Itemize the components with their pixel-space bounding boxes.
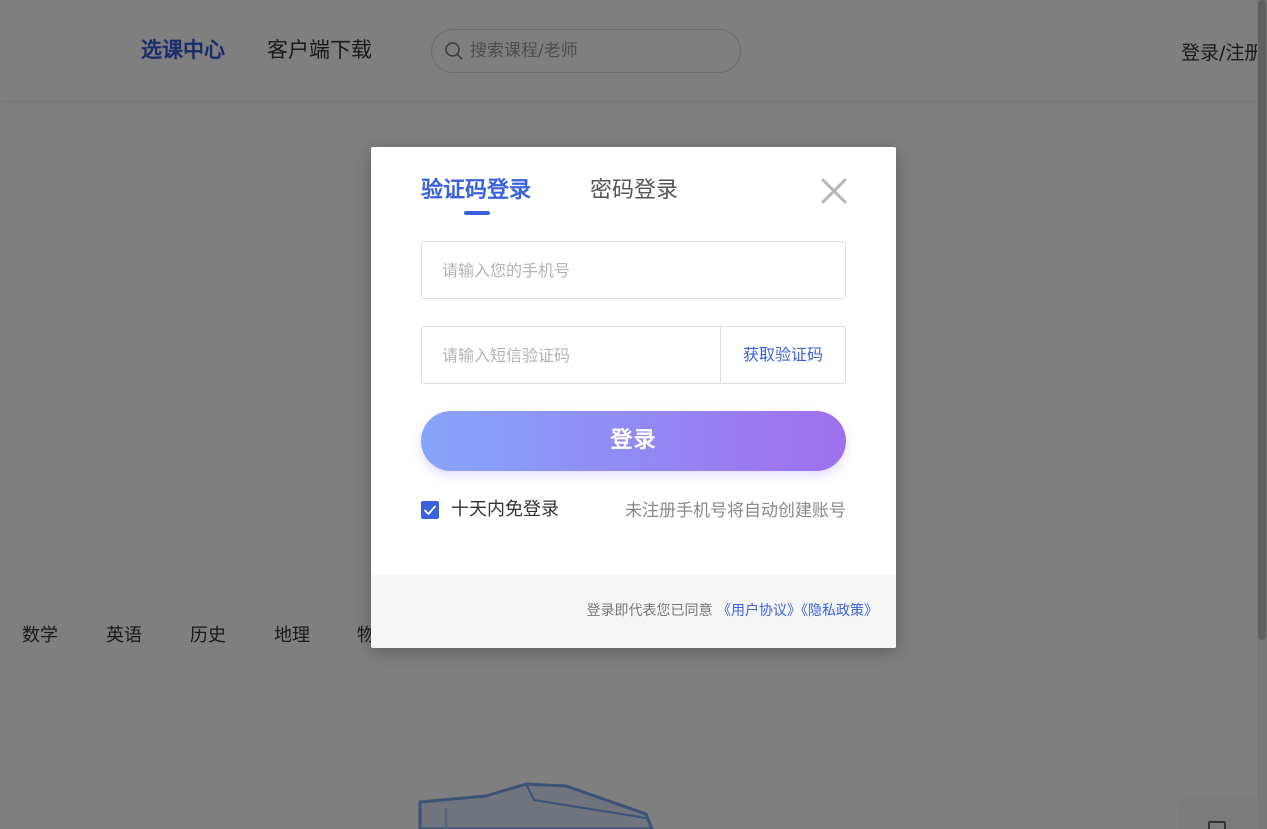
tab-password-login[interactable]: 密码登录 [590, 176, 678, 206]
agreement-prefix: 登录即代表您已同意 [586, 603, 713, 619]
privacy-policy-link[interactable]: 《隐私政策》 [801, 603, 878, 619]
close-icon[interactable] [820, 177, 848, 205]
remember-login-label: 十天内免登录 [451, 499, 559, 520]
active-tab-indicator [464, 211, 490, 215]
user-agreement-link[interactable]: 《用户协议》 [717, 603, 801, 619]
checkbox-checked-icon[interactable] [421, 501, 439, 519]
phone-input[interactable] [422, 242, 845, 298]
tab-sms-login[interactable]: 验证码登录 [421, 176, 531, 206]
get-code-button[interactable]: 获取验证码 [720, 327, 845, 383]
auto-register-note: 未注册手机号将自动创建账号 [625, 501, 846, 521]
login-dialog: 验证码登录 密码登录 获取验证码 登录 十天内免登录 未注册手机号将自动创建账号… [371, 147, 896, 648]
phone-field [421, 241, 846, 299]
sms-code-input[interactable] [422, 327, 720, 383]
agreement-footer: 登录即代表您已同意 《用户协议》《隐私政策》 [371, 575, 896, 648]
agreement-text: 登录即代表您已同意 《用户协议》《隐私政策》 [587, 601, 878, 621]
sms-code-field: 获取验证码 [421, 326, 846, 384]
login-button[interactable]: 登录 [421, 411, 846, 471]
